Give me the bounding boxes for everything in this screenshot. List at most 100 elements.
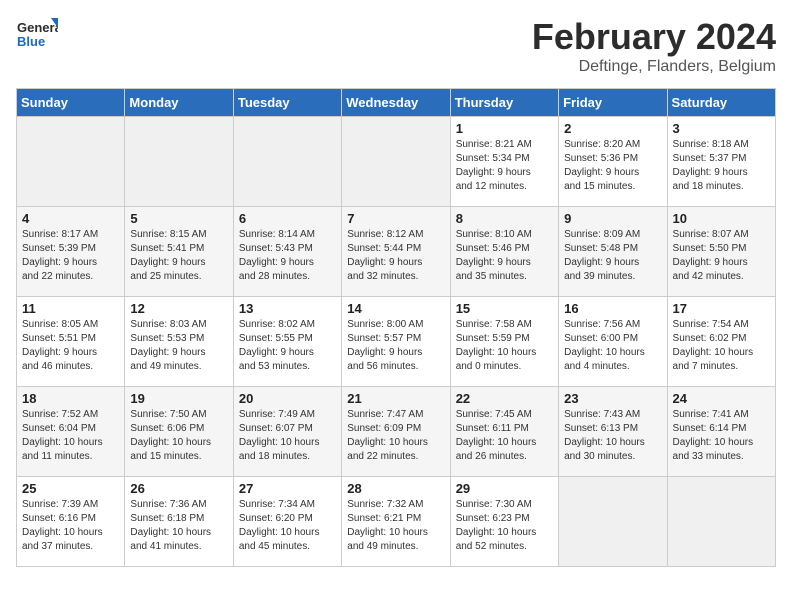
calendar-cell: 2Sunrise: 8:20 AM Sunset: 5:36 PM Daylig… xyxy=(559,117,667,207)
day-number: 17 xyxy=(673,301,770,316)
cell-info: Sunrise: 7:30 AM Sunset: 6:23 PM Dayligh… xyxy=(456,498,553,554)
cell-info: Sunrise: 8:00 AM Sunset: 5:57 PM Dayligh… xyxy=(347,318,444,374)
weekday-header-row: SundayMondayTuesdayWednesdayThursdayFrid… xyxy=(17,89,776,117)
calendar-cell: 3 Sunrise: 8:18 AM Sunset: 5:37 PM Daylig… xyxy=(667,117,775,207)
day-number: 4 xyxy=(22,211,119,226)
cell-info: Sunrise: 8:09 AM Sunset: 5:48 PM Dayligh… xyxy=(564,228,661,284)
cell-info: Sunrise: 7:56 AM Sunset: 6:00 PM Dayligh… xyxy=(564,318,661,374)
week-row-5: 25Sunrise: 7:39 AM Sunset: 6:16 PM Dayli… xyxy=(17,477,776,567)
week-row-1: 1 Sunrise: 8:21 AM Sunset: 5:34 PM Daylig… xyxy=(17,117,776,207)
day-number: 5 xyxy=(130,211,227,226)
calendar-cell xyxy=(667,477,775,567)
weekday-header-monday: Monday xyxy=(125,89,233,117)
calendar-cell: 13 Sunrise: 8:02 AM Sunset: 5:55 PM Dayli… xyxy=(233,297,341,387)
cell-info: Sunrise: 7:58 AM Sunset: 5:59 PM Dayligh… xyxy=(456,318,553,374)
cell-info: Sunrise: 7:41 AM Sunset: 6:14 PM Dayligh… xyxy=(673,408,770,464)
weekday-header-sunday: Sunday xyxy=(17,89,125,117)
logo-svg: General Blue xyxy=(16,16,58,58)
location-subtitle: Deftinge, Flanders, Belgium xyxy=(532,58,776,76)
calendar-cell: 12Sunrise: 8:03 AM Sunset: 5:53 PM Dayli… xyxy=(125,297,233,387)
calendar-cell: 10 Sunrise: 8:07 AM Sunset: 5:50 PM Dayli… xyxy=(667,207,775,297)
calendar-cell: 6Sunrise: 8:14 AM Sunset: 5:43 PM Daylig… xyxy=(233,207,341,297)
day-number: 3 xyxy=(673,121,770,136)
week-row-2: 4 Sunrise: 8:17 AM Sunset: 5:39 PM Daylig… xyxy=(17,207,776,297)
calendar-cell: 8 Sunrise: 8:10 AM Sunset: 5:46 PM Daylig… xyxy=(450,207,558,297)
cell-info: Sunrise: 8:07 AM Sunset: 5:50 PM Dayligh… xyxy=(673,228,770,284)
calendar-cell xyxy=(17,117,125,207)
week-row-3: 11 Sunrise: 8:05 AM Sunset: 5:51 PM Dayli… xyxy=(17,297,776,387)
day-number: 13 xyxy=(239,301,336,316)
cell-info: Sunrise: 8:17 AM Sunset: 5:39 PM Dayligh… xyxy=(22,228,119,284)
day-number: 27 xyxy=(239,481,336,496)
day-number: 18 xyxy=(22,391,119,406)
day-number: 14 xyxy=(347,301,444,316)
cell-info: Sunrise: 8:02 AM Sunset: 5:55 PM Dayligh… xyxy=(239,318,336,374)
calendar-cell: 1 Sunrise: 8:21 AM Sunset: 5:34 PM Daylig… xyxy=(450,117,558,207)
day-number: 7 xyxy=(347,211,444,226)
weekday-header-friday: Friday xyxy=(559,89,667,117)
cell-info: Sunrise: 8:18 AM Sunset: 5:37 PM Dayligh… xyxy=(673,138,770,194)
cell-info: Sunrise: 7:32 AM Sunset: 6:21 PM Dayligh… xyxy=(347,498,444,554)
cell-info: Sunrise: 8:05 AM Sunset: 5:51 PM Dayligh… xyxy=(22,318,119,374)
day-number: 28 xyxy=(347,481,444,496)
cell-info: Sunrise: 7:50 AM Sunset: 6:06 PM Dayligh… xyxy=(130,408,227,464)
cell-info: Sunrise: 7:34 AM Sunset: 6:20 PM Dayligh… xyxy=(239,498,336,554)
day-number: 1 xyxy=(456,121,553,136)
page-header: General Blue February 2024 Deftinge, Fla… xyxy=(16,16,776,76)
calendar-cell xyxy=(559,477,667,567)
day-number: 10 xyxy=(673,211,770,226)
day-number: 21 xyxy=(347,391,444,406)
calendar-cell: 22Sunrise: 7:45 AM Sunset: 6:11 PM Dayli… xyxy=(450,387,558,477)
day-number: 24 xyxy=(673,391,770,406)
cell-info: Sunrise: 7:54 AM Sunset: 6:02 PM Dayligh… xyxy=(673,318,770,374)
cell-info: Sunrise: 7:49 AM Sunset: 6:07 PM Dayligh… xyxy=(239,408,336,464)
logo: General Blue xyxy=(16,16,58,58)
calendar-cell xyxy=(233,117,341,207)
calendar-cell: 15 Sunrise: 7:58 AM Sunset: 5:59 PM Dayli… xyxy=(450,297,558,387)
day-number: 25 xyxy=(22,481,119,496)
calendar-cell: 16 Sunrise: 7:56 AM Sunset: 6:00 PM Dayli… xyxy=(559,297,667,387)
day-number: 6 xyxy=(239,211,336,226)
svg-text:Blue: Blue xyxy=(17,34,45,49)
month-year-title: February 2024 xyxy=(532,16,776,58)
cell-info: Sunrise: 7:36 AM Sunset: 6:18 PM Dayligh… xyxy=(130,498,227,554)
day-number: 23 xyxy=(564,391,661,406)
cell-info: Sunrise: 8:10 AM Sunset: 5:46 PM Dayligh… xyxy=(456,228,553,284)
calendar-table: SundayMondayTuesdayWednesdayThursdayFrid… xyxy=(16,88,776,567)
calendar-cell: 25Sunrise: 7:39 AM Sunset: 6:16 PM Dayli… xyxy=(17,477,125,567)
calendar-cell: 9 Sunrise: 8:09 AM Sunset: 5:48 PM Daylig… xyxy=(559,207,667,297)
day-number: 16 xyxy=(564,301,661,316)
calendar-cell: 11 Sunrise: 8:05 AM Sunset: 5:51 PM Dayli… xyxy=(17,297,125,387)
day-number: 15 xyxy=(456,301,553,316)
calendar-cell: 18 Sunrise: 7:52 AM Sunset: 6:04 PM Dayli… xyxy=(17,387,125,477)
cell-info: Sunrise: 7:52 AM Sunset: 6:04 PM Dayligh… xyxy=(22,408,119,464)
weekday-header-tuesday: Tuesday xyxy=(233,89,341,117)
cell-info: Sunrise: 7:47 AM Sunset: 6:09 PM Dayligh… xyxy=(347,408,444,464)
weekday-header-thursday: Thursday xyxy=(450,89,558,117)
calendar-cell xyxy=(125,117,233,207)
calendar-cell: 14 Sunrise: 8:00 AM Sunset: 5:57 PM Dayli… xyxy=(342,297,450,387)
cell-info: Sunrise: 7:45 AM Sunset: 6:11 PM Dayligh… xyxy=(456,408,553,464)
cell-info: Sunrise: 7:43 AM Sunset: 6:13 PM Dayligh… xyxy=(564,408,661,464)
calendar-cell: 19 Sunrise: 7:50 AM Sunset: 6:06 PM Dayli… xyxy=(125,387,233,477)
day-number: 29 xyxy=(456,481,553,496)
calendar-cell: 7Sunrise: 8:12 AM Sunset: 5:44 PM Daylig… xyxy=(342,207,450,297)
svg-text:General: General xyxy=(17,20,58,35)
calendar-cell: 17 Sunrise: 7:54 AM Sunset: 6:02 PM Dayli… xyxy=(667,297,775,387)
day-number: 19 xyxy=(130,391,227,406)
day-number: 20 xyxy=(239,391,336,406)
calendar-cell: 20 Sunrise: 7:49 AM Sunset: 6:07 PM Dayli… xyxy=(233,387,341,477)
day-number: 9 xyxy=(564,211,661,226)
day-number: 8 xyxy=(456,211,553,226)
day-number: 11 xyxy=(22,301,119,316)
calendar-cell: 24 Sunrise: 7:41 AM Sunset: 6:14 PM Dayli… xyxy=(667,387,775,477)
day-number: 26 xyxy=(130,481,227,496)
cell-info: Sunrise: 8:03 AM Sunset: 5:53 PM Dayligh… xyxy=(130,318,227,374)
weekday-header-wednesday: Wednesday xyxy=(342,89,450,117)
title-block: February 2024 Deftinge, Flanders, Belgiu… xyxy=(532,16,776,76)
cell-info: Sunrise: 8:21 AM Sunset: 5:34 PM Dayligh… xyxy=(456,138,553,194)
calendar-cell: 29 Sunrise: 7:30 AM Sunset: 6:23 PM Dayli… xyxy=(450,477,558,567)
day-number: 2 xyxy=(564,121,661,136)
calendar-cell xyxy=(342,117,450,207)
calendar-cell: 5Sunrise: 8:15 AM Sunset: 5:41 PM Daylig… xyxy=(125,207,233,297)
